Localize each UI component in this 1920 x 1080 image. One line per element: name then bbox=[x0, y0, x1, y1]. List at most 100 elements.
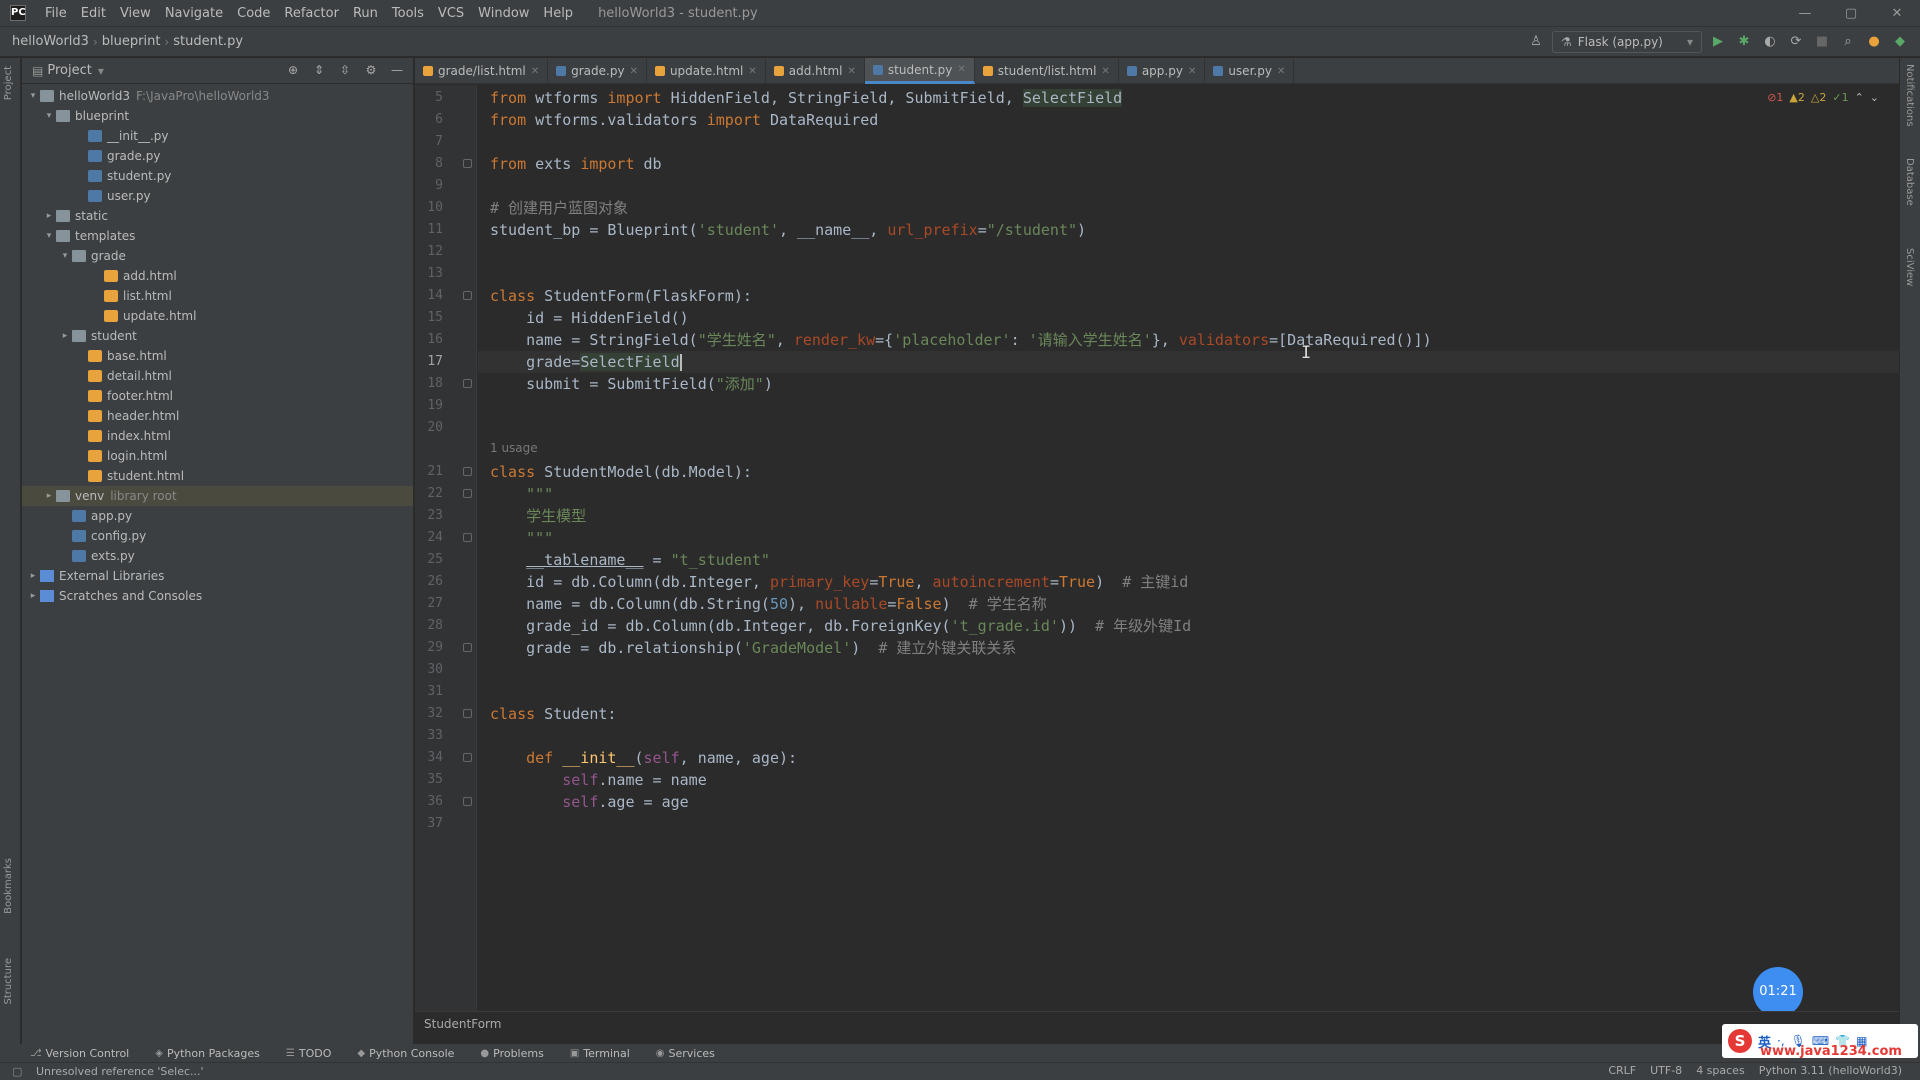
tree-item[interactable]: ▸ External Libraries bbox=[22, 566, 413, 586]
fold-marker-icon[interactable] bbox=[463, 489, 472, 498]
gear-icon[interactable]: ⚙ bbox=[363, 62, 379, 78]
tree-item[interactable]: ▸ static bbox=[22, 206, 413, 226]
tree-item[interactable]: login.html bbox=[22, 446, 413, 466]
menu-item[interactable]: File bbox=[38, 6, 74, 21]
tool-window-button[interactable]: ⎇ Version Control bbox=[30, 1047, 129, 1060]
code-line[interactable]: # 创建用户蓝图对象 bbox=[490, 197, 628, 219]
menu-item[interactable]: Window bbox=[471, 6, 536, 21]
expand-arrow-icon[interactable]: ▾ bbox=[58, 251, 72, 261]
close-icon[interactable]: ✕ bbox=[957, 64, 965, 75]
tree-item[interactable]: update.html bbox=[22, 306, 413, 326]
close-icon[interactable]: ✕ bbox=[848, 66, 856, 77]
sciview-tool-tab[interactable]: SciView bbox=[1904, 248, 1915, 286]
expand-arrow-icon[interactable]: ▾ bbox=[42, 231, 56, 241]
code-line[interactable]: grade_id = db.Column(db.Integer, db.Fore… bbox=[490, 615, 1191, 637]
code-line[interactable]: name = StringField("学生姓名", render_kw={'p… bbox=[490, 329, 1432, 351]
notifications-tool-tab[interactable]: Notifications bbox=[1904, 64, 1915, 127]
code-line[interactable]: class Student: bbox=[490, 703, 616, 725]
status-item[interactable]: Python 3.11 (helloWorld3) bbox=[1759, 1064, 1902, 1077]
stop-icon[interactable]: ■ bbox=[1812, 32, 1832, 52]
bookmarks-tool-tab[interactable]: Bookmarks bbox=[3, 858, 14, 914]
fold-marker-icon[interactable] bbox=[463, 753, 472, 762]
minimize-icon[interactable]: — bbox=[1782, 0, 1828, 27]
tree-item[interactable]: ▸ venv library root bbox=[22, 486, 413, 506]
profile-icon[interactable]: ⟳ bbox=[1786, 32, 1806, 52]
close-icon[interactable]: ✕ bbox=[531, 66, 539, 77]
search-icon[interactable]: ⌕ bbox=[1838, 32, 1858, 52]
editor-tab[interactable]: user.py ✕ bbox=[1205, 58, 1295, 84]
breadcrumb-item[interactable]: student.py bbox=[169, 34, 247, 49]
project-panel-title[interactable]: Project bbox=[47, 63, 91, 78]
code-line[interactable]: def __init__(self, name, age): bbox=[490, 747, 797, 769]
tree-item[interactable]: add.html bbox=[22, 266, 413, 286]
expand-arrow-icon[interactable]: ▾ bbox=[26, 91, 40, 101]
tree-item[interactable]: ▸ Scratches and Consoles bbox=[22, 586, 413, 606]
tree-item[interactable]: grade.py bbox=[22, 146, 413, 166]
tree-item[interactable]: detail.html bbox=[22, 366, 413, 386]
fold-marker-icon[interactable] bbox=[463, 533, 472, 542]
editor-tab[interactable]: grade/list.html ✕ bbox=[415, 58, 549, 84]
project-tool-tab[interactable]: Project bbox=[3, 66, 14, 100]
status-item[interactable]: 4 spaces bbox=[1696, 1064, 1745, 1077]
code-line[interactable]: from wtforms import HiddenField, StringF… bbox=[490, 87, 1123, 109]
code-line[interactable]: from exts import db bbox=[490, 153, 662, 175]
tree-item[interactable]: app.py bbox=[22, 506, 413, 526]
fold-marker-icon[interactable] bbox=[463, 467, 472, 476]
editor-tab[interactable]: update.html ✕ bbox=[647, 58, 766, 84]
breadcrumb-item[interactable]: blueprint bbox=[98, 34, 165, 49]
editor-tab[interactable]: app.py ✕ bbox=[1119, 58, 1206, 84]
menu-item[interactable]: Edit bbox=[74, 6, 113, 21]
menu-item[interactable]: Refactor bbox=[277, 6, 346, 21]
chevron-down-icon[interactable]: ⌄ bbox=[1870, 91, 1879, 104]
tree-item[interactable]: ▾ templates bbox=[22, 226, 413, 246]
tree-item[interactable]: ▸ student bbox=[22, 326, 413, 346]
timer-badge[interactable]: 01:21 bbox=[1753, 967, 1803, 1017]
tree-item[interactable]: ▾ grade bbox=[22, 246, 413, 266]
tool-window-button[interactable]: ● Problems bbox=[480, 1047, 543, 1060]
close-icon[interactable]: ✕ bbox=[1101, 66, 1109, 77]
status-item[interactable]: UTF-8 bbox=[1650, 1064, 1682, 1077]
close-icon[interactable]: ✕ bbox=[1277, 66, 1285, 77]
tree-item[interactable]: ▾ helloWorld3 F:\JavaPro\helloWorld3 bbox=[22, 86, 413, 106]
tree-item[interactable]: __init__.py bbox=[22, 126, 413, 146]
tree-item[interactable]: list.html bbox=[22, 286, 413, 306]
database-tool-tab[interactable]: Database bbox=[1904, 158, 1915, 206]
code-line[interactable]: self.age = age bbox=[490, 791, 688, 813]
debug-icon[interactable]: ✱ bbox=[1734, 32, 1754, 52]
tree-item[interactable]: config.py bbox=[22, 526, 413, 546]
fold-marker-icon[interactable] bbox=[463, 379, 472, 388]
tool-window-button[interactable]: ◉ Services bbox=[656, 1047, 715, 1060]
code-line[interactable]: name = db.Column(db.String(50), nullable… bbox=[490, 593, 1047, 615]
editor-tab[interactable]: student.py ✕ bbox=[864, 58, 975, 84]
code-line[interactable]: grade=SelectField bbox=[490, 351, 682, 373]
tree-item[interactable]: student.py bbox=[22, 166, 413, 186]
code-line[interactable]: student_bp = Blueprint('student', __name… bbox=[490, 219, 1086, 241]
expand-all-icon[interactable]: ⇕ bbox=[311, 62, 327, 78]
tool-window-button[interactable]: ☰ TODO bbox=[286, 1047, 331, 1060]
expand-arrow-icon[interactable]: ▸ bbox=[26, 591, 40, 601]
code-line[interactable]: class StudentModel(db.Model): bbox=[490, 461, 752, 483]
expand-arrow-icon[interactable]: ▸ bbox=[58, 331, 72, 341]
chevron-down-icon[interactable]: ▾ bbox=[98, 64, 104, 78]
code-line[interactable]: """ bbox=[490, 483, 553, 505]
menu-item[interactable]: Help bbox=[536, 6, 580, 21]
fold-marker-icon[interactable] bbox=[463, 159, 472, 168]
tool-window-button[interactable]: ◈ Python Packages bbox=[155, 1047, 260, 1060]
code-line[interactable]: from wtforms.validators import DataRequi… bbox=[490, 109, 878, 131]
code-line[interactable]: 学生模型 bbox=[490, 505, 586, 527]
code-area[interactable]: from wtforms import HiddenField, StringF… bbox=[490, 85, 1699, 1011]
tree-item[interactable]: footer.html bbox=[22, 386, 413, 406]
status-message[interactable]: Unresolved reference 'Selec...' bbox=[36, 1065, 204, 1078]
tool-window-button[interactable]: ▣ Terminal bbox=[570, 1047, 630, 1060]
menu-item[interactable]: Code bbox=[230, 6, 277, 21]
code-line[interactable]: """ bbox=[490, 527, 553, 549]
fold-marker-icon[interactable] bbox=[463, 797, 472, 806]
tree-item[interactable]: student.html bbox=[22, 466, 413, 486]
tree-item[interactable]: base.html bbox=[22, 346, 413, 366]
structure-tool-tab[interactable]: Structure bbox=[3, 958, 14, 1005]
fold-marker-icon[interactable] bbox=[463, 643, 472, 652]
chevron-up-icon[interactable]: ⌃ bbox=[1855, 91, 1864, 104]
coverage-icon[interactable]: ◐ bbox=[1760, 32, 1780, 52]
tree-item[interactable]: index.html bbox=[22, 426, 413, 446]
code-editor[interactable]: 5 6 7 8 9 10 11 12 13 14 15 16 17 18 19 20 21 22 23 24 25 26 2… bbox=[415, 85, 1899, 1017]
